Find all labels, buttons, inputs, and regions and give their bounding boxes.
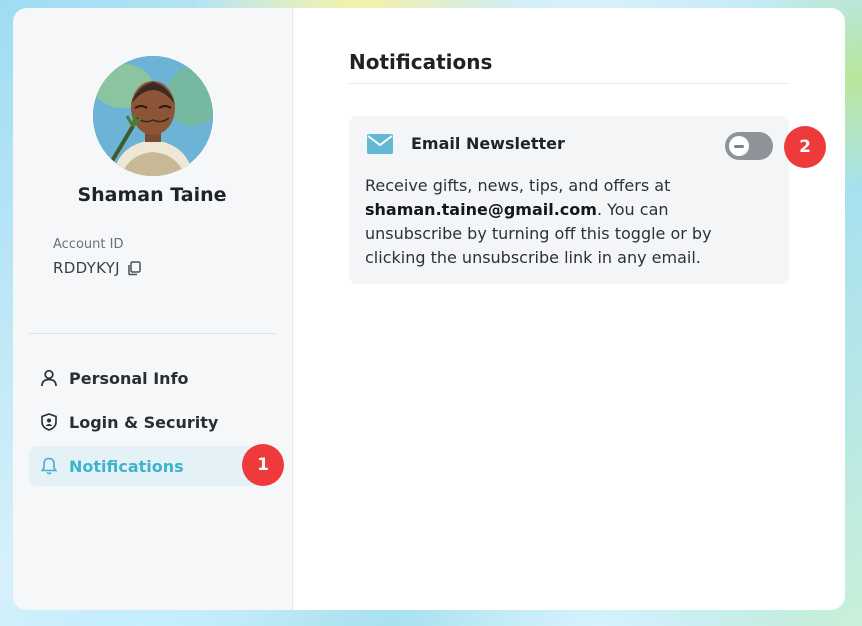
sidebar: Shaman Taine Account ID RDDYKYJ Personal… — [13, 8, 293, 610]
page-title: Notifications — [349, 50, 493, 74]
sidebar-item-login-security[interactable]: Login & Security — [29, 402, 265, 442]
email-newsletter-toggle[interactable] — [725, 132, 773, 160]
account-id-value: RDDYKYJ — [53, 259, 120, 277]
user-email: shaman.taine@gmail.com — [365, 200, 597, 219]
sidebar-item-label: Login & Security — [69, 412, 219, 432]
title-divider — [349, 83, 789, 84]
bell-icon — [39, 456, 59, 476]
email-newsletter-card: Email Newsletter Receive gifts, news, ti… — [349, 116, 789, 284]
step-badge-2: 2 — [784, 126, 826, 168]
main-content: Notifications Email Newsletter Receive g… — [293, 8, 845, 610]
user-name: Shaman Taine — [77, 184, 227, 206]
account-id-row: RDDYKYJ — [53, 259, 142, 277]
email-newsletter-title: Email Newsletter — [411, 134, 565, 153]
mail-icon — [367, 134, 393, 154]
account-settings-card: Shaman Taine Account ID RDDYKYJ Personal… — [13, 8, 845, 610]
shield-icon — [39, 412, 59, 432]
user-icon — [39, 368, 59, 388]
sidebar-item-personal-info[interactable]: Personal Info — [29, 358, 265, 398]
avatar — [93, 56, 213, 176]
account-id-label: Account ID — [53, 237, 124, 252]
copy-icon[interactable] — [126, 260, 142, 276]
sidebar-item-label: Personal Info — [69, 368, 189, 388]
sidebar-divider — [29, 333, 276, 334]
sidebar-item-notifications[interactable]: Notifications — [29, 446, 265, 486]
email-newsletter-description: Receive gifts, news, tips, and offers at… — [365, 174, 725, 270]
description-text: Receive gifts, news, tips, and offers at — [365, 176, 671, 195]
sidebar-item-label: Notifications — [69, 456, 184, 476]
avatar-image — [93, 56, 213, 176]
toggle-knob — [729, 136, 749, 156]
step-badge-1: 1 — [242, 444, 284, 486]
